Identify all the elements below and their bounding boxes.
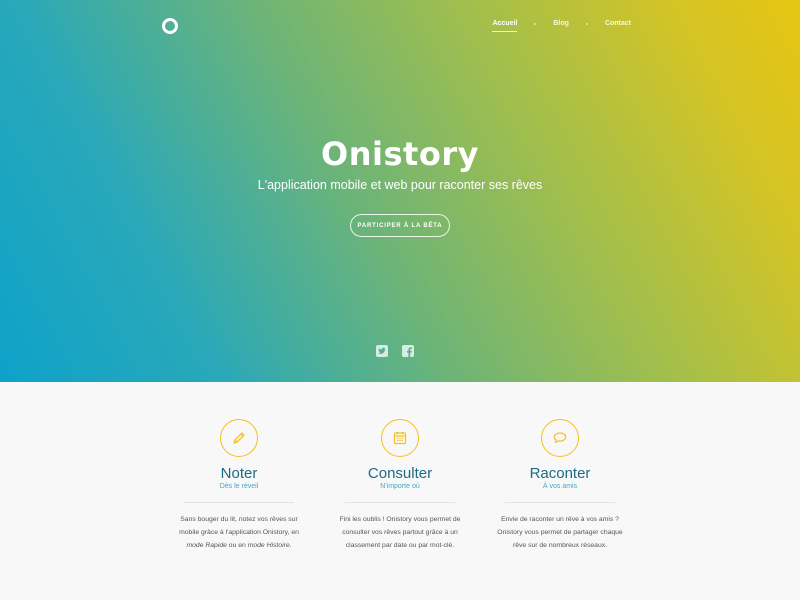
pencil-icon — [233, 432, 245, 444]
feature-text-line: classement par date ou par mot-clé. — [345, 542, 455, 549]
facebook-icon[interactable] — [402, 345, 414, 357]
feature-text-emphasis: mode Rapide — [186, 542, 227, 549]
features-section: Noter Dès le réveil Sans bouger du lit, … — [0, 382, 800, 600]
nav-item-contact[interactable]: Contact — [605, 20, 631, 32]
hero-title: Onistory — [321, 135, 479, 173]
calendar-icon — [393, 431, 407, 445]
feature-title: Raconter — [529, 465, 591, 482]
hero-subtitle: L'application mobile et web pour raconte… — [257, 178, 543, 192]
social-links — [376, 345, 414, 357]
feature-text-fragment: ou en — [226, 542, 248, 549]
feature-raconter: Raconter À vos amis Envie de raconter un… — [470, 419, 650, 552]
hero-section: Accueil Blog Contact Onistory L'applicat… — [0, 0, 800, 382]
feature-subtitle: N'importe où — [380, 483, 420, 490]
feature-subtitle: Dès le réveil — [219, 483, 259, 490]
feature-icon-circle — [381, 419, 419, 457]
onistory-logo-icon[interactable] — [162, 18, 178, 34]
feature-text-line: Sans bouger du lit, notez vos rêves sur — [180, 516, 298, 523]
feature-title: Noter — [220, 465, 258, 482]
feature-subtitle: À vos amis — [542, 483, 578, 490]
feature-title: Consulter — [367, 465, 433, 482]
feature-text-fragment: . — [289, 542, 292, 549]
feature-text-line: rêve sur de nombreux réseaux. — [512, 542, 608, 549]
beta-signup-button[interactable]: PARTICIPER À LA BÊTA — [350, 214, 450, 237]
feature-consulter: Consulter N'importe où Fini les oublis !… — [310, 419, 490, 552]
feature-noter: Noter Dès le réveil Sans bouger du lit, … — [149, 419, 329, 552]
feature-text-line: consulter vos rêves partout grâce à un — [342, 529, 458, 536]
feature-icon-circle — [220, 419, 258, 457]
nav-item-accueil[interactable]: Accueil — [492, 20, 517, 32]
nav-item-blog[interactable]: Blog — [553, 20, 569, 32]
feature-text-line: Fini les oublis ! Onistory vous permet d… — [339, 516, 461, 523]
feature-text-line: mobile grâce à l'application Onistory, e… — [179, 529, 299, 536]
feature-description: Sans bouger du lit, notez vos rêves sur … — [149, 513, 329, 552]
feature-divider — [505, 502, 615, 503]
feature-divider — [345, 502, 455, 503]
feature-text-line: Envie de raconter un rêve à vos amis ? — [501, 516, 619, 523]
speech-bubble-icon — [553, 432, 567, 444]
feature-text-emphasis: mode Histoire — [247, 542, 290, 549]
feature-text-line: Onistory vous permet de partager chaque — [497, 529, 623, 536]
feature-description: Fini les oublis ! Onistory vous permet d… — [310, 513, 490, 552]
feature-description: Envie de raconter un rêve à vos amis ? O… — [470, 513, 650, 552]
nav-separator — [585, 22, 588, 25]
feature-divider — [184, 502, 294, 503]
main-nav: Accueil Blog Contact — [492, 20, 631, 32]
nav-separator — [534, 22, 537, 25]
feature-icon-circle — [541, 419, 579, 457]
twitter-icon[interactable] — [376, 345, 388, 357]
